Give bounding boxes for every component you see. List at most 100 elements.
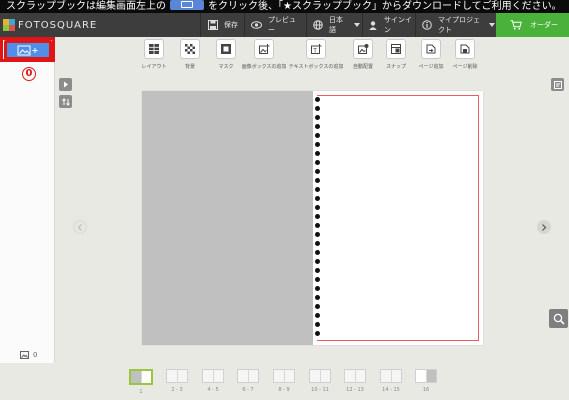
thumb-preview (166, 369, 188, 383)
delete-page-icon (455, 39, 475, 59)
bleed-guide (317, 95, 479, 341)
save-button[interactable]: 保存 (200, 13, 241, 37)
add-photos-icon (17, 45, 39, 56)
mask-icon (216, 39, 236, 59)
tool-label: 自動配置 (352, 64, 373, 70)
banner-text-after: をクリック後、「★スクラップブック」からダウンロードしてご利用ください。 (208, 1, 562, 12)
my-project-label: マイプロジェクト (438, 16, 480, 34)
app-logo[interactable]: FOTOSQUARE (3, 17, 97, 33)
tool-label: 背景 (184, 64, 195, 70)
add-photos-button[interactable] (4, 40, 52, 60)
add-text-icon: T (306, 39, 326, 59)
page-thumb-16[interactable]: 16 (415, 369, 437, 393)
zoom-button[interactable] (549, 309, 568, 328)
order-button[interactable]: オーダー (496, 13, 569, 37)
user-icon (369, 20, 378, 31)
globe-icon (313, 20, 323, 31)
page-number: 12 - 13 (346, 387, 364, 393)
right-page[interactable] (313, 91, 483, 345)
tool-add-text-box[interactable]: T テキストボックスの追加 (289, 39, 343, 70)
page-thumb-12-13[interactable]: 12 - 13 (344, 369, 366, 393)
left-page[interactable] (142, 91, 313, 345)
tool-label: スナップ (385, 64, 406, 70)
page-number: 16 (422, 387, 430, 393)
thumb-preview (415, 369, 437, 383)
svg-text:T: T (312, 47, 317, 54)
signin-label: サインイン (383, 16, 412, 34)
logo-text: FOTOSQUARE (18, 19, 98, 31)
prev-page-button[interactable] (73, 220, 87, 234)
page-number: 4 - 5 (207, 387, 219, 393)
page-thumb-4-5[interactable]: 4 - 5 (202, 369, 224, 393)
top-navbar: FOTOSQUARE 保存 プレビュー 日本語 サインイン マイプロジェクト オ… (0, 13, 569, 37)
page-thumbnail-strip: 1 2 - 3 4 - 5 6 - 7 8 - 9 10 - 11 12 - 1… (0, 363, 569, 400)
language-label: 日本語 (329, 16, 343, 34)
chevron-down-icon (354, 23, 360, 27)
chevron-right-icon (542, 223, 547, 231)
page-number: 8 - 9 (278, 387, 290, 393)
instruction-banner: スクラップブックは編集画面左上の をクリック後、「★スクラップブック」からダウンロ… (0, 0, 569, 13)
tool-label: テキストボックスの追加 (288, 64, 344, 70)
tool-label: ページ削除 (452, 64, 478, 70)
checker-icon (180, 39, 200, 59)
page-spread[interactable] (142, 91, 483, 345)
photo-count-value: 0 (33, 351, 38, 359)
page-thumb-6-7[interactable]: 6 - 7 (237, 369, 259, 393)
thumb-preview (380, 369, 402, 383)
banner-text-before: スクラップブックは編集画面左上の (6, 1, 166, 12)
page-number: 1 (139, 389, 143, 395)
chevron-right-icon (63, 81, 68, 88)
next-page-button[interactable] (537, 220, 551, 234)
logo-mark-icon (3, 19, 15, 31)
page-number: 10 - 11 (311, 387, 329, 393)
layout-icon (144, 39, 164, 59)
page-thumb-14-15[interactable]: 14 - 15 (380, 369, 402, 393)
page-number: 2 - 3 (171, 387, 183, 393)
expand-panel-button[interactable] (59, 78, 72, 91)
eye-icon (251, 20, 262, 31)
tool-label: 画像ボックスの追加 (241, 64, 287, 70)
note-icon (553, 80, 562, 89)
image-icon (20, 351, 29, 359)
thumb-preview (129, 369, 153, 385)
tool-add-image-box[interactable]: 画像ボックスの追加 (240, 39, 288, 70)
language-select[interactable]: 日本語 (306, 13, 360, 37)
tool-label: マスク (218, 64, 234, 70)
thumb-preview (237, 369, 259, 383)
floppy-icon (207, 20, 218, 31)
order-label: オーダー (530, 21, 558, 29)
add-page-icon (421, 39, 441, 59)
preview-label: プレビュー (268, 16, 296, 34)
thumb-preview (309, 369, 331, 383)
photo-sidebar: 0 0 (0, 37, 55, 363)
preview-button[interactable]: プレビュー (244, 13, 302, 37)
thumb-preview (344, 369, 366, 383)
page-notes-button[interactable] (551, 78, 564, 91)
tool-label: レイアウト (141, 64, 167, 70)
photo-count: 0 (20, 351, 37, 359)
sort-arrows-icon (61, 97, 70, 106)
snap-icon (386, 39, 406, 59)
sort-toggle-button[interactable] (59, 95, 72, 108)
signin-button[interactable]: サインイン (362, 13, 412, 37)
thumb-preview (273, 369, 295, 383)
editor-toolbar: レイアウト 背景 マスク 画像ボックスの追加 T テキストボックスの追加 自動配… (56, 37, 569, 74)
step-callout: 0 (22, 67, 36, 81)
zoom-icon (553, 313, 565, 325)
info-icon (422, 20, 432, 31)
tool-delete-page[interactable]: ページ削除 (441, 39, 489, 70)
add-image-icon (254, 39, 274, 59)
binding-rings (312, 97, 324, 341)
page-number: 14 - 15 (382, 387, 400, 393)
page-thumb-8-9[interactable]: 8 - 9 (273, 369, 295, 393)
page-thumb-1[interactable]: 1 (129, 369, 153, 395)
save-label: 保存 (224, 21, 238, 29)
cart-icon (510, 20, 522, 30)
tool-label: ページ追加 (418, 64, 444, 70)
page-thumb-10-11[interactable]: 10 - 11 (309, 369, 331, 393)
add-photos-chip-icon (170, 0, 204, 10)
my-project-menu[interactable]: マイプロジェクト (415, 13, 495, 37)
chevron-left-icon (77, 223, 82, 231)
page-thumb-2-3[interactable]: 2 - 3 (166, 369, 188, 393)
auto-arrange-icon (353, 39, 373, 59)
